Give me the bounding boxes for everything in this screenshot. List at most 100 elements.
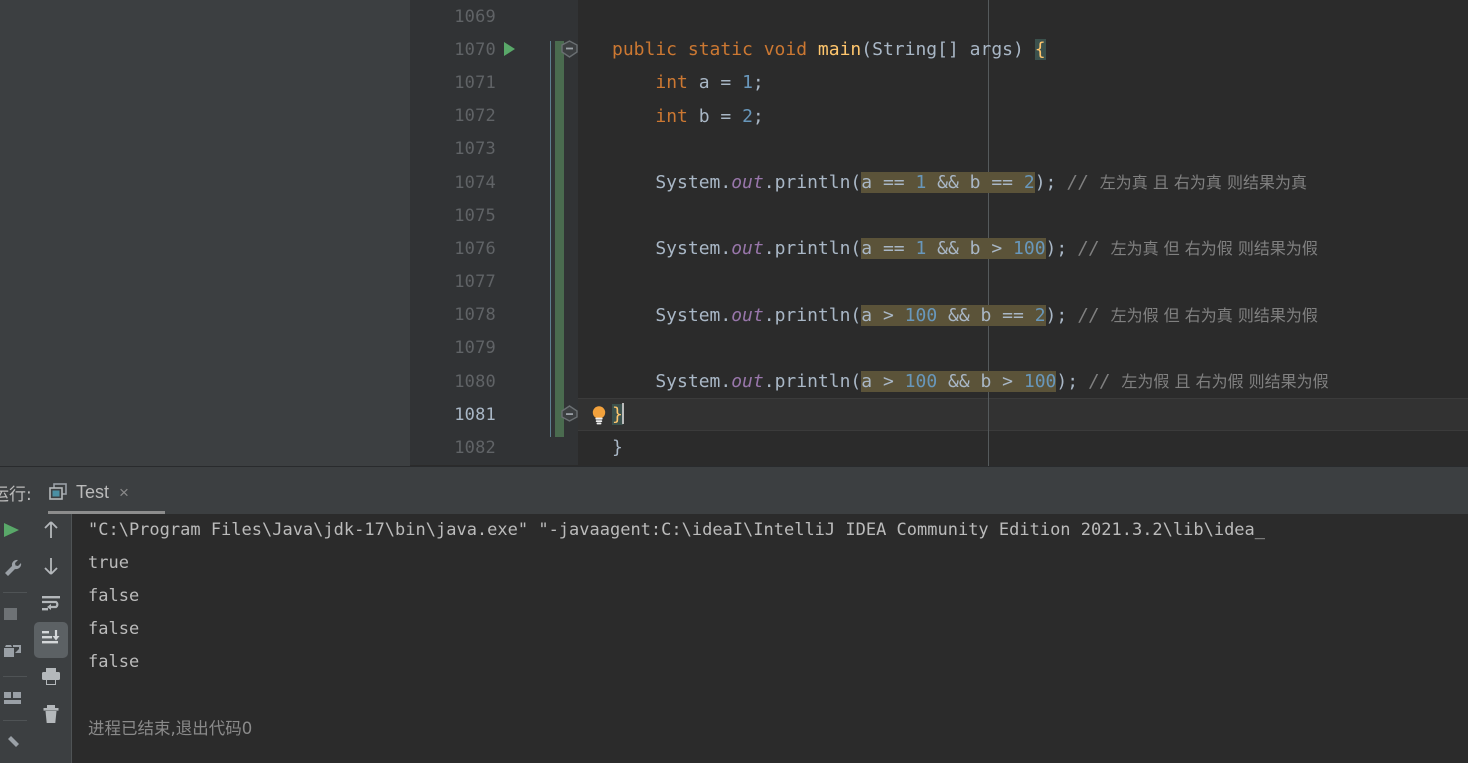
camera-threads-icon	[4, 642, 26, 667]
code-token: .println(	[763, 371, 862, 393]
fold-collapse-icon[interactable]	[560, 40, 579, 59]
editor-gutter[interactable]: 1080	[410, 365, 578, 399]
code-token: .println(	[763, 304, 862, 326]
soft-wrap-button[interactable]	[34, 586, 68, 622]
code-line[interactable]: 1073	[410, 132, 1468, 166]
line-number: 1080	[454, 371, 496, 392]
code-token: out	[731, 171, 764, 193]
next-occurrence-button[interactable]	[34, 550, 68, 586]
close-icon[interactable]: ×	[117, 484, 129, 501]
code-text[interactable]: int b = 2;	[578, 100, 1468, 133]
layout-settings-button[interactable]	[0, 682, 30, 718]
code-lines: 1069 1070 public static void main(String[]…	[410, 0, 1468, 465]
code-token: 2	[742, 105, 753, 127]
code-line[interactable]: 1080 System.out.println(a > 100 && b > 1…	[410, 365, 1468, 399]
editor-gutter[interactable]: 1073	[410, 132, 578, 166]
code-text[interactable]: }	[578, 398, 1468, 431]
code-line[interactable]: 1070 public static void main(String[] arg…	[410, 33, 1468, 67]
line-number: 1074	[454, 172, 496, 193]
toolbar-divider	[3, 720, 27, 721]
console-line: 进程已结束,退出代码0	[88, 719, 253, 738]
editor-gutter[interactable]: 1078	[410, 298, 578, 332]
code-line[interactable]: 1078 System.out.println(a > 100 && b == …	[410, 298, 1468, 332]
line-number: 1073	[454, 139, 496, 160]
code-token: 1	[915, 238, 927, 260]
code-text[interactable]: System.out.println(a == 1 && b == 2); //…	[578, 166, 1468, 199]
toolbar-divider	[3, 592, 27, 593]
editor-gutter[interactable]: 1077	[410, 265, 578, 299]
code-text[interactable]: public static void main(String[] args) {	[578, 33, 1468, 66]
code-line[interactable]: 1082}	[410, 431, 1468, 465]
editor-gutter[interactable]: 1070	[410, 33, 579, 67]
editor-gutter[interactable]: 1071	[410, 66, 578, 100]
prev-occurrence-button[interactable]	[34, 514, 68, 550]
tab-test[interactable]: Test ×	[48, 473, 129, 511]
code-token: void	[763, 39, 818, 61]
code-line[interactable]: 1074 System.out.println(a == 1 && b == 2…	[410, 165, 1468, 200]
console-output[interactable]: "C:\Program Files\Java\jdk-17\bin\java.e…	[72, 514, 1468, 763]
code-token: int	[655, 105, 699, 127]
stop-button[interactable]	[0, 598, 30, 634]
rerun-button[interactable]	[0, 514, 30, 550]
scroll-to-end-button[interactable]	[34, 622, 68, 658]
pin-tab-button[interactable]	[0, 726, 30, 762]
soft-wrap-icon	[40, 591, 62, 618]
code-token: );	[1034, 171, 1057, 193]
code-token: out	[731, 371, 764, 393]
print-button[interactable]	[34, 660, 68, 696]
code-editor[interactable]: 1069 1070 public static void main(String[]…	[410, 0, 1468, 466]
editor-gutter[interactable]: 1074	[410, 165, 578, 200]
code-token: }	[612, 437, 623, 459]
editor-gutter[interactable]: 1076	[410, 232, 578, 266]
run-window-label: 运行:	[0, 485, 32, 505]
toolbar-divider	[3, 676, 27, 677]
console-line: true	[88, 553, 129, 573]
code-token: (	[861, 39, 873, 61]
code-text[interactable]: int a = 1;	[578, 66, 1468, 99]
code-token: .println(	[763, 238, 862, 260]
line-number: 1077	[454, 272, 496, 293]
code-token: String	[872, 39, 938, 61]
code-text[interactable]: System.out.println(a > 100 && b > 100); …	[578, 365, 1468, 398]
editor-gutter[interactable]: 1075	[410, 199, 578, 233]
code-line[interactable]: 1069	[410, 0, 1468, 34]
editor-gutter[interactable]: 1072	[410, 99, 578, 133]
editor-gutter[interactable]: 1069	[410, 0, 578, 34]
console-line: "C:\Program Files\Java\jdk-17\bin\java.e…	[88, 520, 1266, 540]
code-line[interactable]: 1075	[410, 199, 1468, 233]
code-line[interactable]: 1072 int b = 2;	[410, 99, 1468, 133]
code-token: && b ==	[926, 171, 1024, 193]
editor-gutter[interactable]: 1082	[410, 431, 578, 465]
run-tool-window: 运行: Test × "C:\Program Files\Java\jdk-17…	[0, 466, 1468, 763]
arrow-up-icon	[40, 519, 62, 546]
code-token: int	[655, 72, 699, 94]
code-line[interactable]: 1077	[410, 265, 1468, 299]
editor-gutter[interactable]: 1079	[410, 331, 578, 366]
code-token: 左为真 且 右为真 则结果为真	[1099, 172, 1308, 192]
code-token: a =	[698, 72, 743, 94]
code-line[interactable]: 1081}	[410, 398, 1468, 432]
dump-threads-button[interactable]	[0, 636, 30, 672]
editor-gutter[interactable]: 1081	[410, 398, 606, 432]
fold-end-icon[interactable]	[560, 404, 579, 423]
code-line[interactable]: 1071 int a = 1;	[410, 66, 1468, 100]
code-text[interactable]: System.out.println(a > 100 && b == 2); /…	[578, 299, 1468, 332]
code-text[interactable]: System.out.println(a == 1 && b > 100); /…	[578, 232, 1468, 265]
code-line[interactable]: 1079	[410, 331, 1468, 366]
code-line[interactable]: 1076 System.out.println(a == 1 && b > 10…	[410, 232, 1468, 266]
clear-all-button[interactable]	[34, 698, 68, 734]
code-token: 2	[1023, 171, 1035, 193]
edit-configuration-button[interactable]	[0, 552, 30, 588]
line-number: 1082	[454, 438, 496, 459]
code-token: public	[612, 39, 688, 61]
vcs-gutter-edge	[550, 41, 551, 437]
play-icon	[4, 520, 26, 545]
idea-window: 1069 1070 public static void main(String[]…	[0, 0, 1468, 763]
vcs-change-marker[interactable]	[555, 41, 564, 437]
code-token: System.	[612, 371, 732, 393]
code-token: .println(	[763, 171, 862, 193]
code-text[interactable]: }	[578, 431, 1468, 464]
line-number: 1078	[454, 305, 496, 326]
run-configuration-icon	[48, 483, 68, 501]
console-line: false	[88, 652, 140, 672]
